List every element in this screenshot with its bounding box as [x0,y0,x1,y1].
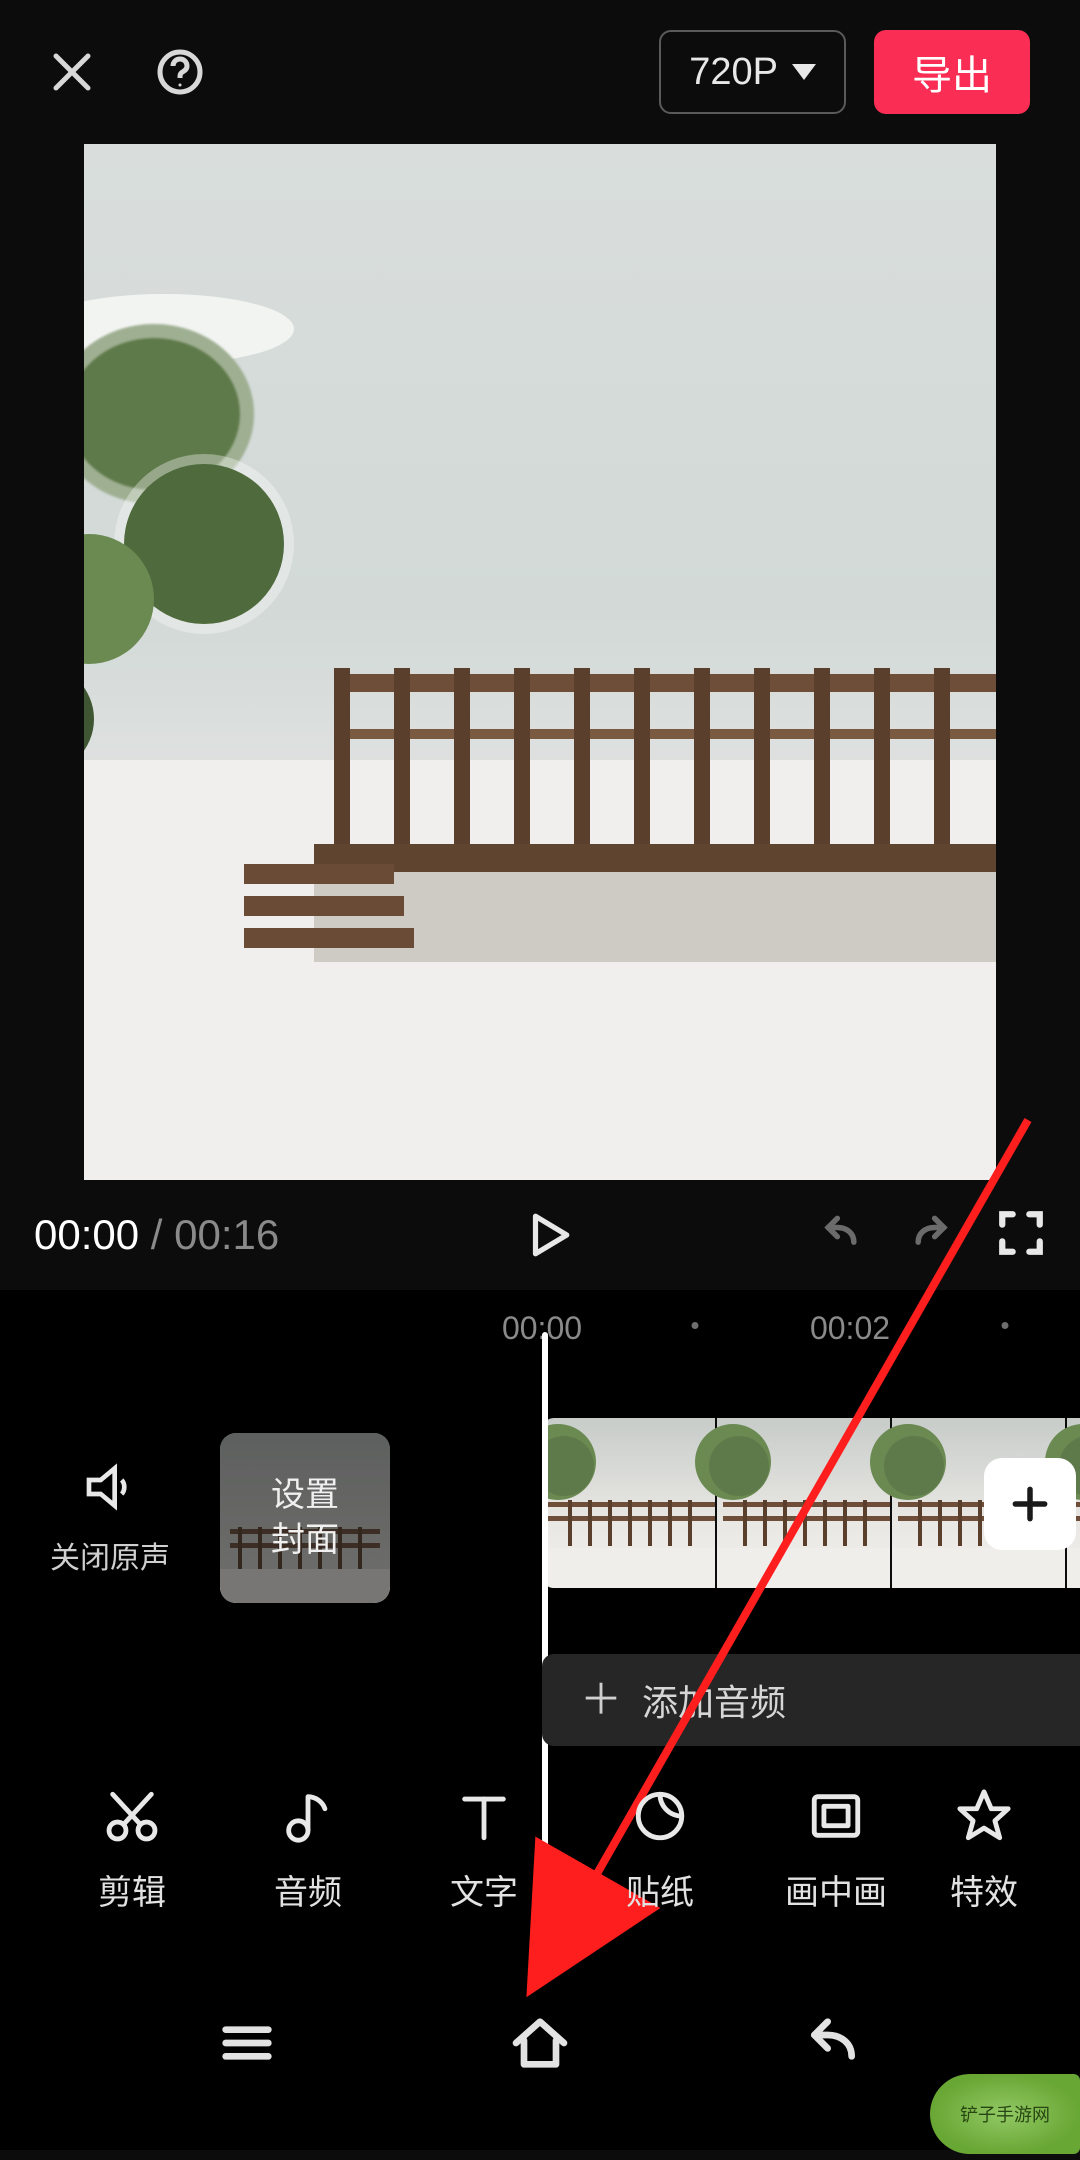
tool-label: 文字 [450,1865,518,1914]
play-icon [523,1210,573,1260]
preview-scene-fence [334,674,996,844]
music-note-icon [279,1787,337,1845]
plus-icon: ＋ [580,1679,622,1721]
bottom-toolbar: 剪辑 音频 文字 贴纸 画中画 特效 [0,1750,1080,1950]
ruler-tick-1: 00:02 [810,1310,890,1347]
text-icon [455,1787,513,1845]
watermark: 铲子手游网 [930,2074,1080,2154]
tool-edit[interactable]: 剪辑 [44,1787,220,1914]
resolution-label: 720P [689,51,778,94]
star-icon [955,1787,1013,1845]
tool-pip[interactable]: 画中画 [748,1787,924,1914]
nav-home-button[interactable] [508,2011,572,2080]
add-audio-track[interactable]: ＋ 添加音频 [542,1654,1080,1746]
tool-label: 音频 [274,1865,342,1914]
scissors-icon [103,1787,161,1845]
tool-label: 剪辑 [98,1865,166,1914]
tool-label: 贴纸 [626,1865,694,1914]
system-nav-bar [0,1970,1080,2160]
close-button[interactable] [42,42,102,102]
timeline-ruler[interactable]: 00:00 00:02 [0,1298,1080,1358]
add-audio-label: 添加音频 [642,1674,786,1726]
export-button[interactable]: 导出 [874,30,1030,114]
home-icon [508,2011,572,2075]
tool-label: 特效 [950,1865,1018,1914]
undo-icon [816,1211,866,1255]
mute-label: 关闭原声 [50,1533,170,1577]
plus-icon [1008,1482,1052,1526]
export-label: 导出 [912,43,992,101]
redo-icon [906,1211,956,1255]
current-time: 00:00 [34,1211,139,1258]
clip-thumbnail [542,1418,717,1588]
playback-time: 00:00 / 00:16 [34,1211,279,1259]
menu-icon [215,2011,279,2075]
add-clip-button[interactable] [984,1458,1076,1550]
tool-text[interactable]: 文字 [396,1787,572,1914]
resolution-selector[interactable]: 720P [659,30,846,114]
pip-icon [807,1787,865,1845]
sticker-icon [631,1787,689,1845]
play-button[interactable] [520,1207,576,1263]
tool-label: 画中画 [785,1865,887,1914]
tool-audio[interactable]: 音频 [220,1787,396,1914]
video-preview[interactable] [84,144,996,1180]
caret-down-icon [792,64,816,80]
cover-label-2: 封面 [271,1520,339,1561]
ruler-dot [692,1322,699,1329]
duration: 00:16 [174,1211,279,1258]
undo-button[interactable] [816,1211,866,1260]
clip-thumbnail [717,1418,892,1588]
close-icon [48,48,96,96]
back-icon [801,2011,865,2075]
nav-menu-button[interactable] [215,2011,279,2080]
nav-back-button[interactable] [801,2011,865,2080]
speaker-icon [82,1459,138,1515]
cover-label-1: 设置 [271,1475,339,1516]
mute-original-audio-button[interactable]: 关闭原声 [0,1459,220,1577]
help-button[interactable] [150,42,210,102]
tool-effect[interactable]: 特效 [924,1787,1044,1914]
fullscreen-button[interactable] [996,1208,1046,1263]
ruler-dot [1002,1322,1009,1329]
set-cover-button[interactable]: 设置 封面 [220,1433,390,1603]
redo-button[interactable] [906,1211,956,1260]
help-icon [156,48,204,96]
tool-sticker[interactable]: 贴纸 [572,1787,748,1914]
fullscreen-icon [996,1208,1046,1258]
